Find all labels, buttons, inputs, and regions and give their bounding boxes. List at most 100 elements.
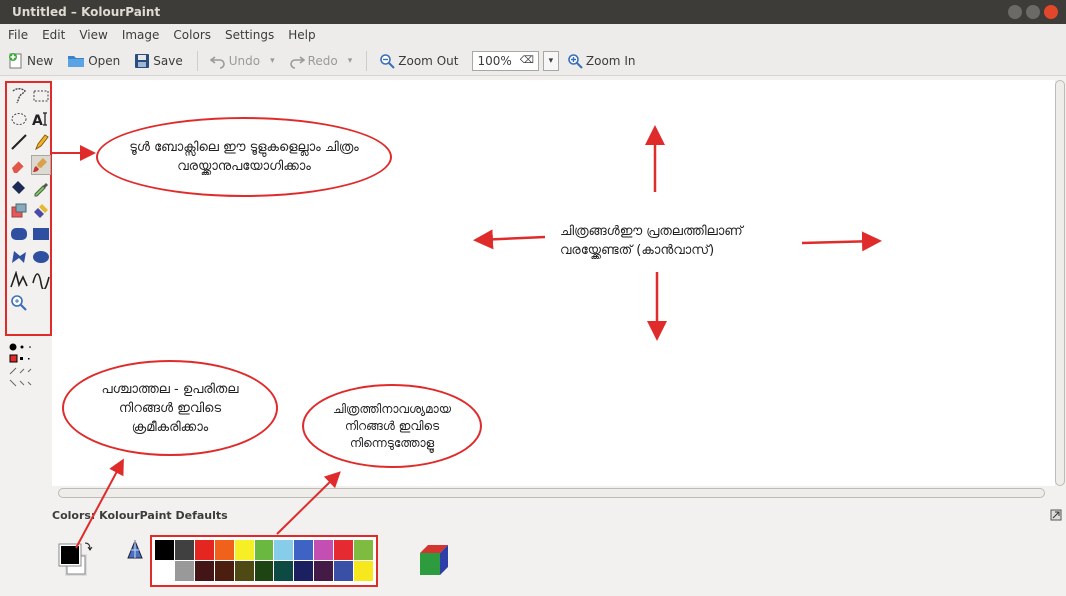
color-swatch[interactable] [254, 561, 274, 581]
connected-lines-tool[interactable] [9, 270, 29, 290]
curve-tool[interactable] [31, 270, 51, 290]
menu-colors[interactable]: Colors [173, 28, 211, 42]
line-tool[interactable] [9, 132, 29, 152]
color-similarity-icon[interactable] [127, 540, 143, 560]
brush-tool[interactable] [31, 155, 51, 175]
color-swatch[interactable] [214, 561, 234, 581]
tool-options-panel[interactable] [8, 342, 44, 392]
minimize-button[interactable] [1008, 5, 1022, 19]
color-swatch[interactable] [274, 540, 294, 560]
color-swatch[interactable] [234, 540, 254, 560]
zoom-tool[interactable] [9, 293, 29, 313]
dashed-rectangle-icon [33, 90, 49, 102]
toolbox: A [5, 81, 52, 336]
palette-title: Colors: KolourPaint Defaults [52, 509, 228, 522]
flood-fill-tool[interactable] [9, 178, 29, 198]
zoom-level-value: 100% [477, 53, 512, 68]
pencil-icon [34, 134, 49, 151]
redo-icon [289, 55, 305, 69]
clear-icon[interactable]: ⌫ [520, 55, 534, 66]
rectangle-tool[interactable] [31, 224, 51, 244]
color-swatch[interactable] [174, 561, 194, 581]
foreground-background-colors[interactable] [57, 540, 93, 580]
color-swatch[interactable] [234, 561, 254, 581]
new-button[interactable]: New [8, 52, 53, 69]
text-tool[interactable]: A [31, 109, 51, 129]
menu-settings[interactable]: Settings [225, 28, 274, 42]
zoom-in-button[interactable]: Zoom In [567, 53, 635, 69]
vertical-scrollbar[interactable] [1055, 80, 1065, 486]
chevron-down-icon: ▾ [548, 55, 554, 66]
zoom-in-icon [568, 53, 583, 69]
color-swatch[interactable] [294, 540, 314, 560]
color-swatch[interactable] [194, 561, 214, 581]
redo-dropdown-icon[interactable]: ▾ [348, 56, 353, 66]
redo-label: Redo [307, 53, 338, 68]
zoom-level-input[interactable]: 100% ⌫ [472, 50, 539, 71]
save-button[interactable]: Save [134, 53, 183, 69]
color-swatch[interactable] [314, 561, 334, 581]
color-swatch[interactable] [274, 561, 294, 581]
pen-tool[interactable] [31, 132, 51, 152]
fgbg-annotation: പശ്ചാത്തല - ഉപരിതല നിറങ്ങൾ ഇവിടെ ക്രമീകര… [62, 360, 278, 456]
menu-file[interactable]: File [8, 28, 28, 42]
rectangular-select-tool[interactable] [31, 86, 51, 106]
rounded-rectangle-icon [11, 228, 27, 240]
toolbox-annotation: ടൂൾ ബോക്സിലെ ഈ ടൂളുകളെല്ലാം ചിത്രം വരയ്ക… [96, 117, 392, 197]
color-swatch[interactable] [155, 540, 174, 560]
color-swatch[interactable] [214, 540, 234, 560]
rectangle-icon [33, 228, 49, 240]
dock-toggle-icon[interactable] [1050, 509, 1062, 521]
magnifier-icon [11, 295, 27, 311]
toolbar-separator [196, 50, 198, 71]
horizontal-scrollbar[interactable] [58, 488, 1045, 498]
color-eraser-tool[interactable] [9, 201, 29, 221]
zoom-level-dropdown[interactable]: ▾ [542, 50, 559, 71]
color-swap-icon [58, 542, 93, 576]
line-icon [11, 134, 27, 150]
color-swatch[interactable] [314, 540, 334, 560]
rounded-rectangle-tool[interactable] [9, 224, 29, 244]
new-file-icon [9, 52, 22, 68]
menu-view[interactable]: View [79, 28, 107, 42]
color-swatch[interactable] [254, 540, 274, 560]
open-label: Open [88, 53, 121, 68]
save-label: Save [153, 53, 183, 68]
toolbox-annotation-text: ടൂൾ ബോക്സിലെ ഈ ടൂളുകളെല്ലാം ചിത്രം വരയ്ക… [129, 140, 359, 174]
folder-icon [68, 55, 85, 67]
lasso-icon [12, 88, 26, 104]
zoom-out-button[interactable]: Zoom Out [379, 53, 458, 69]
window-titlebar: Untitled – KolourPaint [0, 0, 1066, 24]
spraycan-icon [34, 204, 48, 218]
color-swatch[interactable] [334, 540, 354, 560]
spraycan-tool[interactable] [31, 201, 51, 221]
free-form-select-tool[interactable] [9, 86, 29, 106]
color-swatch[interactable] [194, 540, 214, 560]
color-cube-icon[interactable] [418, 543, 450, 577]
color-swatch[interactable] [334, 561, 354, 581]
toolbar-separator [366, 50, 368, 71]
eraser-tool[interactable] [9, 155, 29, 175]
color-swatch[interactable] [174, 540, 194, 560]
redo-button[interactable]: Redo ▾ [289, 53, 353, 69]
menu-edit[interactable]: Edit [42, 28, 65, 42]
open-button[interactable]: Open [67, 53, 120, 69]
menu-help[interactable]: Help [288, 28, 315, 42]
color-swatch[interactable] [354, 540, 373, 560]
window-title: Untitled – KolourPaint [12, 5, 161, 19]
color-swatch[interactable] [354, 561, 373, 581]
zoom-out-label: Zoom Out [398, 53, 459, 68]
polygon-tool[interactable] [9, 247, 29, 267]
polygon-icon [12, 251, 26, 263]
menu-image[interactable]: Image [122, 28, 160, 42]
color-picker-tool[interactable] [31, 178, 51, 198]
fgbg-annotation-text: പശ്ചാത്തല - ഉപരിതല നിറങ്ങൾ ഇവിടെ ക്രമീകര… [101, 381, 239, 435]
close-button[interactable] [1044, 5, 1058, 19]
color-swatch[interactable] [294, 561, 314, 581]
elliptical-select-tool[interactable] [9, 109, 29, 129]
ellipse-tool[interactable] [31, 247, 51, 267]
color-swatch[interactable] [155, 561, 174, 581]
undo-dropdown-icon[interactable]: ▾ [270, 56, 275, 66]
maximize-button[interactable] [1026, 5, 1040, 19]
undo-button[interactable]: Undo ▾ [209, 53, 275, 69]
